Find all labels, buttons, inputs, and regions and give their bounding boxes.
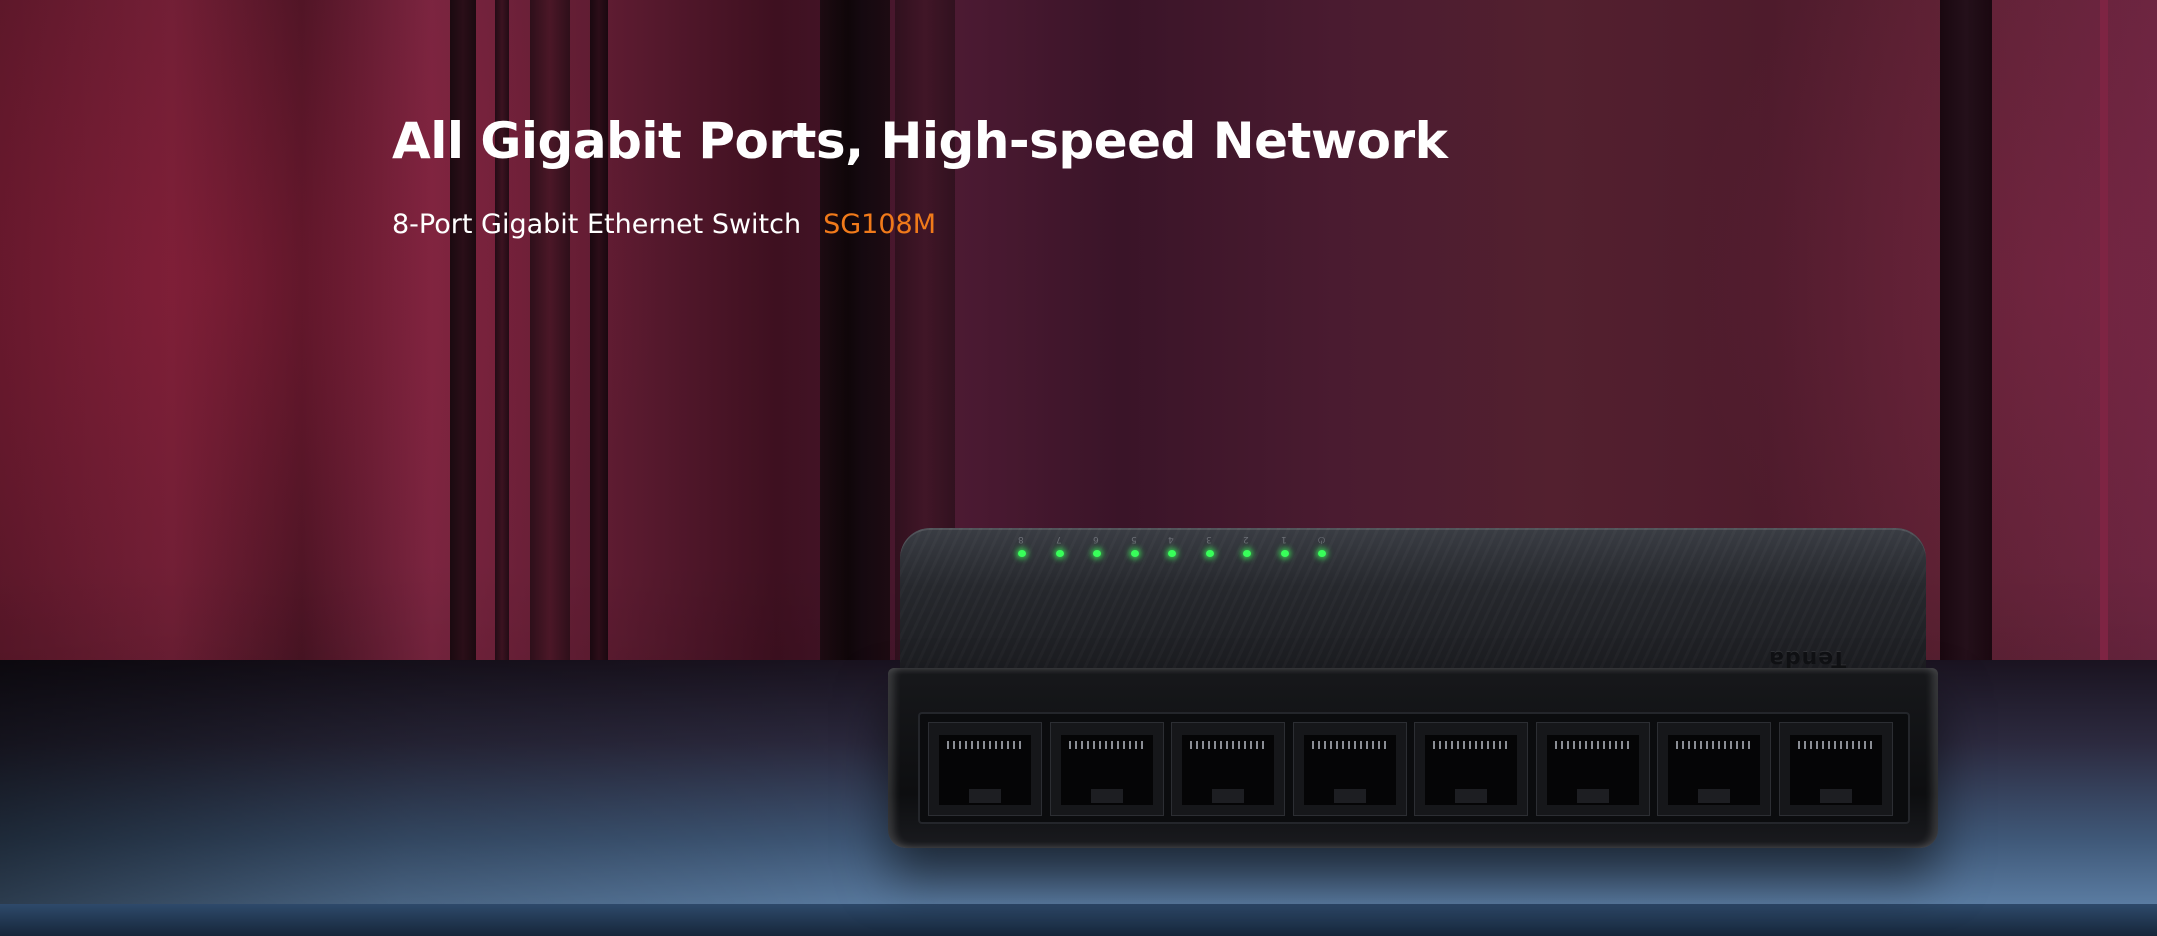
ethernet-port — [1414, 722, 1528, 816]
product-description: 8-Port Gigabit Ethernet Switch — [392, 209, 802, 240]
background-pillar — [495, 0, 509, 690]
port-pins — [1554, 741, 1631, 749]
product-model: SG108M — [823, 209, 937, 240]
ethernet-port — [1657, 722, 1771, 816]
led-indicator — [1205, 550, 1214, 557]
port-latch — [1819, 789, 1852, 803]
led-label: 8 — [1018, 534, 1024, 544]
hero-subtitle: 8-Port Gigabit Ethernet Switch SG108M — [392, 209, 936, 240]
background-pillar — [450, 0, 476, 690]
table-edge — [0, 904, 2157, 936]
led-indicator — [1168, 550, 1176, 557]
ethernet-port — [1778, 722, 1893, 816]
led-label: 3 — [1205, 534, 1212, 544]
ethernet-port-panel — [918, 712, 1910, 824]
port-latch — [1698, 789, 1730, 803]
port-pins — [947, 741, 1023, 749]
led-indicator — [1093, 550, 1101, 557]
led-indicator-row: 8 7 6 5 4 3 2 1 ⏻ — [1018, 534, 1348, 564]
port-latch — [1090, 789, 1123, 803]
switch-front-panel — [888, 668, 1938, 848]
background-pillar — [820, 0, 890, 690]
hero-headline: All Gigabit Ports, High-speed Network — [392, 112, 1448, 170]
led-indicator — [1243, 550, 1251, 557]
network-switch-image: 8 7 6 5 4 3 2 1 ⏻ Tenda — [888, 528, 1938, 848]
ethernet-port — [928, 722, 1042, 816]
port-latch — [1455, 789, 1487, 803]
background-pillar — [530, 0, 570, 690]
ethernet-port — [1049, 722, 1164, 816]
led-indicator — [1280, 550, 1289, 557]
port-pins — [1797, 741, 1874, 749]
port-pins — [1068, 741, 1145, 749]
ethernet-port — [1171, 722, 1285, 816]
background-pillar — [1940, 0, 1992, 690]
led-label: ⏻ — [1318, 534, 1326, 544]
port-latch — [969, 789, 1001, 803]
background-pillar — [2100, 0, 2108, 690]
led-indicator — [1055, 550, 1064, 557]
port-latch — [1576, 789, 1609, 803]
switch-top-cover: 8 7 6 5 4 3 2 1 ⏻ Tenda — [900, 528, 1926, 676]
hero-banner: All Gigabit Ports, High-speed Network 8-… — [0, 0, 2157, 936]
led-label: 7 — [1055, 534, 1062, 544]
led-indicator — [1018, 550, 1026, 557]
port-pins — [1433, 741, 1509, 749]
led-label: 5 — [1130, 534, 1137, 544]
port-latch — [1212, 789, 1244, 803]
ethernet-port — [1535, 722, 1650, 816]
led-label: 1 — [1280, 534, 1287, 544]
port-pins — [1190, 741, 1266, 749]
background-pillar — [590, 0, 608, 690]
port-pins — [1676, 741, 1752, 749]
led-indicator — [1318, 550, 1326, 557]
port-pins — [1311, 741, 1388, 749]
ethernet-port — [1292, 722, 1407, 816]
led-label: 4 — [1168, 534, 1174, 544]
led-label: 2 — [1243, 534, 1249, 544]
led-label: 6 — [1093, 534, 1099, 544]
port-latch — [1333, 789, 1366, 803]
led-indicator — [1130, 550, 1139, 557]
